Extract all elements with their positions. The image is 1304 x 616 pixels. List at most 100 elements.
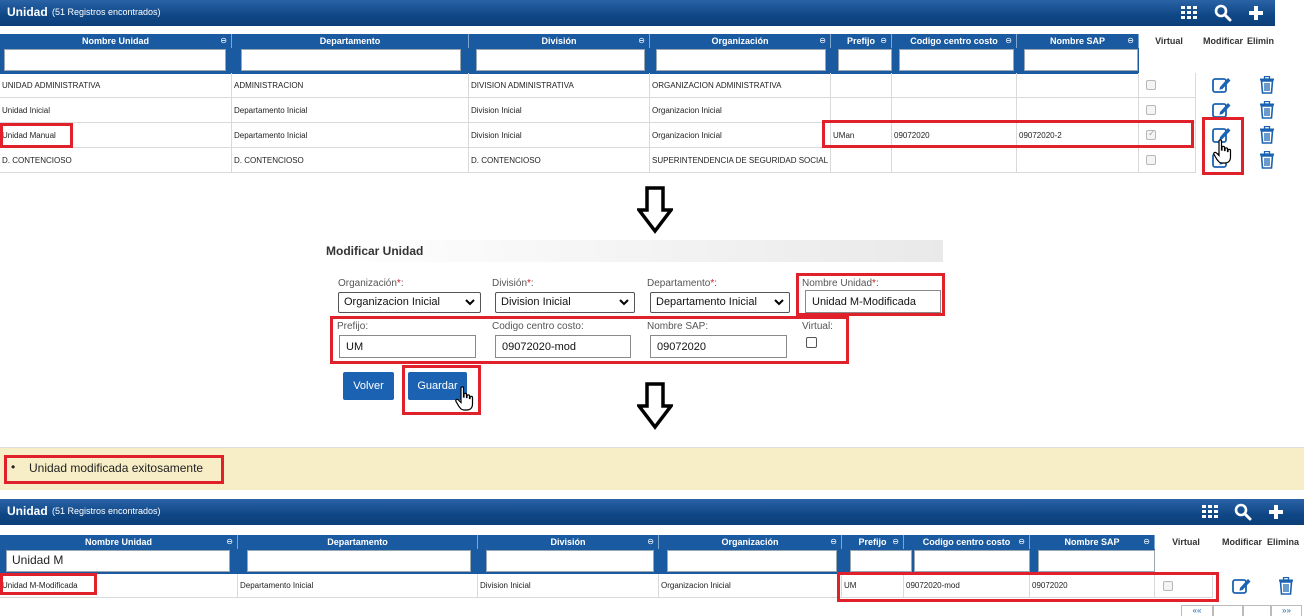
filter-sap-input[interactable] bbox=[1024, 49, 1138, 71]
sort-icon[interactable]: ⊖ bbox=[892, 535, 899, 549]
col-header-nombre[interactable]: Nombre Unidad ⊖ bbox=[0, 34, 232, 48]
down-arrow-icon bbox=[637, 186, 673, 234]
table-cell-prefijo bbox=[831, 148, 892, 173]
chevron-down-icon bbox=[774, 299, 784, 306]
sort-icon[interactable]: ⊖ bbox=[638, 34, 645, 48]
trash-icon[interactable] bbox=[1259, 151, 1275, 169]
table-cell-virtual bbox=[1134, 148, 1196, 173]
edit-icon[interactable] bbox=[1212, 76, 1232, 94]
hand-cursor-icon bbox=[1213, 139, 1232, 164]
plus-icon[interactable] bbox=[1265, 501, 1287, 523]
table-cell-division: DIVISION ADMINISTRATIVA bbox=[469, 73, 650, 98]
table-cell-organizacion: Organizacion Inicial bbox=[650, 98, 831, 123]
dep-select[interactable]: Departamento Inicial bbox=[650, 292, 790, 313]
table-cell-departamento: D. CONTENCIOSO bbox=[232, 148, 469, 173]
col-header-virtual: Virtual bbox=[1172, 537, 1200, 547]
grid-top-titlebar: Unidad (51 Registros encontrados) bbox=[0, 0, 1275, 26]
table-cell-departamento: Departamento Inicial bbox=[232, 98, 469, 123]
volver-button[interactable]: Volver bbox=[343, 372, 394, 400]
col-header-codigo[interactable]: Codigo centro costo ⊖ bbox=[892, 34, 1017, 48]
table-cell-sap bbox=[1017, 148, 1139, 173]
filter-departamento-input[interactable] bbox=[247, 550, 471, 572]
div-select[interactable]: Division Inicial bbox=[495, 292, 635, 313]
sort-icon[interactable]: ⊖ bbox=[647, 535, 654, 549]
grid-bottom-titlebar: Unidad (51 Registros encontrados) bbox=[0, 499, 1304, 525]
record-count: (51 Registros encontrados) bbox=[52, 506, 161, 516]
table-cell-division: D. CONTENCIOSO bbox=[469, 148, 650, 173]
filter-codigo-input[interactable] bbox=[914, 550, 1030, 572]
pager-first-button[interactable]: «« bbox=[1181, 605, 1213, 616]
table-cell-departamento: Departamento Inicial bbox=[232, 123, 469, 148]
col-header-departamento[interactable]: Departamento bbox=[238, 535, 478, 549]
div-label: División*: bbox=[492, 278, 534, 289]
table-cell-division: Division Inicial bbox=[478, 574, 659, 598]
sort-icon[interactable]: ⊖ bbox=[1127, 34, 1134, 48]
pager-page-box[interactable] bbox=[1243, 605, 1271, 616]
filter-codigo-input[interactable] bbox=[899, 49, 1014, 71]
sort-icon[interactable]: ⊖ bbox=[1143, 535, 1150, 549]
search-icon[interactable] bbox=[1212, 2, 1234, 24]
table-cell-division: Division Inicial bbox=[469, 123, 650, 148]
sort-icon[interactable]: ⊖ bbox=[830, 535, 837, 549]
col-header-nombre[interactable]: Nombre Unidad ⊖ bbox=[0, 535, 238, 549]
table-cell-organizacion: ORGANIZACION ADMINISTRATIVA bbox=[650, 73, 831, 98]
hand-cursor-icon bbox=[455, 386, 474, 411]
search-icon[interactable] bbox=[1232, 501, 1254, 523]
table-cell-codigo bbox=[892, 148, 1017, 173]
plus-icon[interactable] bbox=[1245, 2, 1267, 24]
col-header-organizacion[interactable]: Organización ⊖ bbox=[650, 34, 831, 48]
filter-nombre-input[interactable]: Unidad M bbox=[6, 550, 230, 572]
highlight-box bbox=[4, 455, 224, 484]
col-header-eliminar: Elimina bbox=[1267, 537, 1300, 547]
filter-nombre-input[interactable] bbox=[4, 49, 226, 71]
pager-page-box[interactable] bbox=[1213, 605, 1243, 616]
filter-division-input[interactable] bbox=[486, 550, 654, 572]
trash-icon[interactable] bbox=[1259, 76, 1275, 94]
table-cell-sap bbox=[1017, 73, 1139, 98]
col-header-prefijo[interactable]: Prefijo ⊖ bbox=[842, 535, 904, 549]
highlight-box bbox=[837, 572, 1219, 602]
table-cell-prefijo bbox=[831, 73, 892, 98]
org-select[interactable]: Organizacion Inicial bbox=[338, 292, 481, 313]
virtual-checkbox[interactable] bbox=[1146, 155, 1156, 165]
filter-sap-input[interactable] bbox=[1038, 550, 1155, 572]
col-header-sap[interactable]: Nombre SAP ⊖ bbox=[1017, 34, 1139, 48]
sort-icon[interactable]: ⊖ bbox=[880, 34, 887, 48]
sort-icon[interactable]: ⊖ bbox=[1018, 535, 1025, 549]
filter-organizacion-input[interactable] bbox=[667, 550, 837, 572]
table-cell-virtual bbox=[1134, 73, 1196, 98]
trash-icon[interactable] bbox=[1278, 577, 1294, 595]
col-header-sap[interactable]: Nombre SAP ⊖ bbox=[1030, 535, 1155, 549]
trash-icon[interactable] bbox=[1259, 101, 1275, 119]
grid-icon[interactable] bbox=[1199, 501, 1221, 523]
pager-last-button[interactable]: »» bbox=[1271, 605, 1302, 616]
down-arrow-icon bbox=[637, 382, 673, 430]
col-header-codigo[interactable]: Codigo centro costo ⊖ bbox=[904, 535, 1030, 549]
edit-icon[interactable] bbox=[1232, 577, 1252, 595]
sort-icon[interactable]: ⊖ bbox=[1005, 34, 1012, 48]
col-header-departamento[interactable]: Departamento bbox=[232, 34, 469, 48]
grid-title: Unidad bbox=[7, 5, 48, 19]
filter-prefijo-input[interactable] bbox=[838, 49, 892, 71]
chevron-down-icon bbox=[465, 299, 475, 306]
sort-icon[interactable]: ⊖ bbox=[220, 34, 227, 48]
grid-icon[interactable] bbox=[1178, 2, 1200, 24]
filter-division-input[interactable] bbox=[476, 49, 645, 71]
filter-prefijo-input[interactable] bbox=[850, 550, 912, 572]
highlight-box bbox=[330, 316, 849, 364]
col-header-division[interactable]: División ⊖ bbox=[469, 34, 650, 48]
table-cell-nombre: UNIDAD ADMINISTRATIVA bbox=[0, 73, 232, 98]
filter-departamento-input[interactable] bbox=[241, 49, 461, 71]
sort-icon[interactable]: ⊖ bbox=[226, 535, 233, 549]
sort-icon[interactable]: ⊖ bbox=[819, 34, 826, 48]
virtual-checkbox[interactable] bbox=[1146, 80, 1156, 90]
col-header-organizacion[interactable]: Organización ⊖ bbox=[659, 535, 842, 549]
org-label: Organización*: bbox=[338, 278, 404, 289]
filter-organizacion-input[interactable] bbox=[656, 49, 826, 71]
col-header-virtual: Virtual bbox=[1155, 36, 1183, 46]
col-header-division[interactable]: División ⊖ bbox=[478, 535, 659, 549]
table-cell-codigo bbox=[892, 73, 1017, 98]
trash-icon[interactable] bbox=[1259, 126, 1275, 144]
col-header-prefijo[interactable]: Prefijo ⊖ bbox=[831, 34, 892, 48]
virtual-checkbox[interactable] bbox=[1146, 105, 1156, 115]
